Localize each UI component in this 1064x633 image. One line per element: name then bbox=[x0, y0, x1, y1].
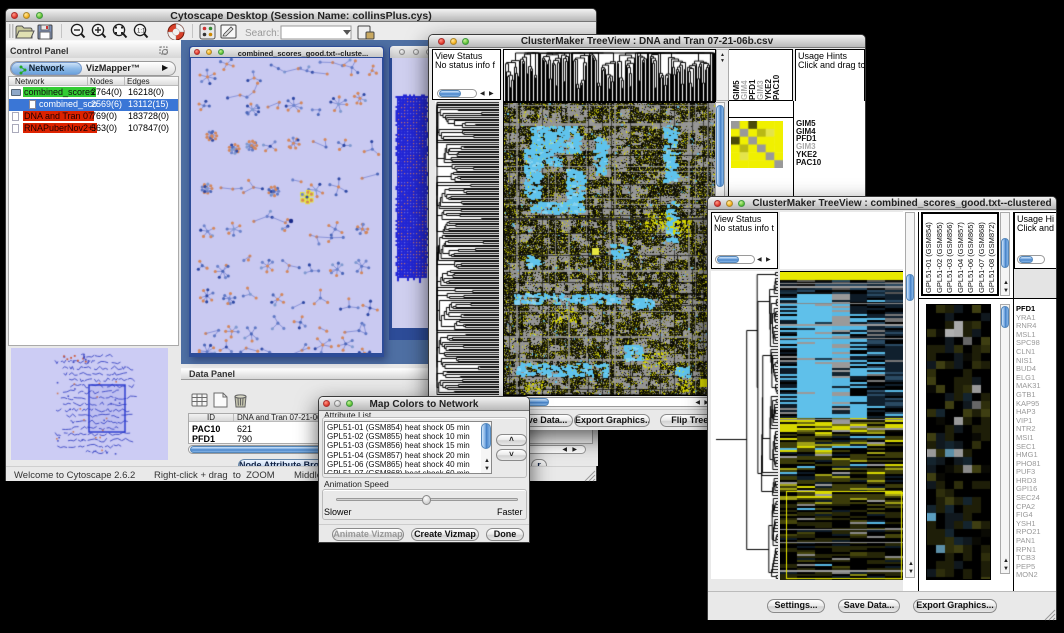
svg-text:1:1: 1:1 bbox=[137, 29, 146, 35]
svg-text:Search:: Search: bbox=[245, 28, 279, 39]
